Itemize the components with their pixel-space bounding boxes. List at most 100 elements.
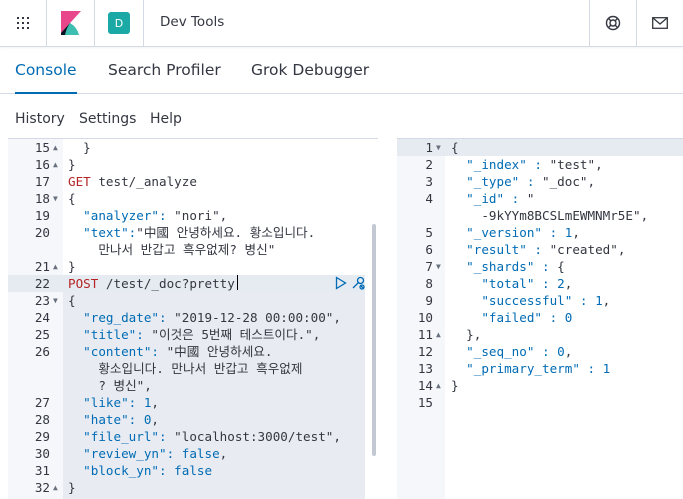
line-number: 24 xyxy=(34,310,50,325)
fold-close-icon[interactable]: ▲ xyxy=(53,258,58,275)
request-line: 황소입니다. 만나서 반갑고 흑우없제 xyxy=(8,360,365,377)
text-cursor xyxy=(237,275,238,290)
response-line: 6 "result" : "created", xyxy=(397,241,683,258)
line-number: 9 xyxy=(425,293,433,308)
code-text: -9kYYm8BCSLmEWMNMr5E", xyxy=(451,208,649,223)
request-line: ? 병신", xyxy=(8,377,365,394)
request-line: 26 "content": "中國 안녕하세요. xyxy=(8,343,365,360)
menu-help[interactable]: Help xyxy=(150,104,182,134)
code-text: "total" : 2, xyxy=(451,276,573,291)
line-number: 31 xyxy=(34,463,50,478)
line-number: 8 xyxy=(425,276,433,291)
fold-close-icon[interactable]: ▲ xyxy=(53,156,58,173)
apps-grid-icon[interactable] xyxy=(0,0,46,46)
line-number: 20 xyxy=(34,225,50,240)
line-number: 22 xyxy=(34,276,50,291)
response-line: 1 ▼ { xyxy=(397,139,683,156)
code-text: "analyzer": "nori", xyxy=(68,208,228,223)
fold-open-icon[interactable]: ▼ xyxy=(436,139,441,156)
line-number: 15 xyxy=(34,140,50,155)
request-line: 15 ▲ } xyxy=(8,139,365,156)
line-number: 5 xyxy=(425,225,433,240)
request-line: 24 "reg_date": "2019-12-28 00:00:00", xyxy=(8,309,365,326)
tab-grok-debugger[interactable]: Grok Debugger xyxy=(251,47,369,93)
request-line: 17 GET test/_analyze xyxy=(8,173,365,190)
code-text: "_seq_no" : 0, xyxy=(451,344,573,359)
menu-history[interactable]: History xyxy=(15,104,65,134)
response-editor[interactable]: 1 ▼{2 "_index" : "test", 3 "_type" : "_doc… xyxy=(397,138,683,499)
code-text: "_type" : "_doc", xyxy=(451,174,596,189)
line-number: 11 xyxy=(417,327,433,342)
code-text: "hate": 0, xyxy=(68,412,160,427)
top-header: D Dev Tools xyxy=(0,0,683,47)
request-line: 25 "title": "이것은 5번째 테스트이다.", xyxy=(8,326,365,343)
fold-close-icon[interactable]: ▲ xyxy=(436,326,441,343)
code-text: "content": "中國 안녕하세요. xyxy=(68,344,273,359)
line-number: 10 xyxy=(417,310,433,325)
code-text: "_shards" : { xyxy=(451,259,565,274)
response-line: 12 "_seq_no" : 0, xyxy=(397,343,683,360)
request-line: 27 "like": 1, xyxy=(8,394,365,411)
code-text: } xyxy=(451,378,459,393)
request-line: 20 "text":"中國 안녕하세요. 황소입니다. xyxy=(8,224,365,241)
line-number: 30 xyxy=(34,446,50,461)
tab-search-profiler[interactable]: Search Profiler xyxy=(108,47,221,93)
code-text: "like": 1, xyxy=(68,395,160,410)
response-line: 10 "failed" : 0 xyxy=(397,309,683,326)
code-text: "reg_date": "2019-12-28 00:00:00", xyxy=(68,310,341,325)
line-number: 15 xyxy=(417,395,433,410)
request-line: 22 POST /test/_doc?pretty xyxy=(8,275,365,292)
line-number: 25 xyxy=(34,327,50,342)
response-line: 8 "total" : 2, xyxy=(397,275,683,292)
request-line: 32 ▲} xyxy=(8,479,365,496)
devtools-tabs: Console Search Profiler Grok Debugger xyxy=(0,47,683,94)
code-text: 황소입니다. 만나서 반갑고 흑우없제 xyxy=(68,361,303,376)
response-line: 3 "_type" : "_doc", xyxy=(397,173,683,190)
response-line: 11 ▲ }, xyxy=(397,326,683,343)
line-number: 16 xyxy=(34,157,50,172)
code-text: "title": "이것은 5번째 테스트이다.", xyxy=(68,327,321,342)
request-line: 23 ▼ { xyxy=(8,292,365,309)
wrench-icon[interactable] xyxy=(350,275,366,294)
code-text: ? 병신", xyxy=(68,378,152,393)
line-number: 26 xyxy=(34,344,50,359)
code-text: "block_yn": false xyxy=(68,463,213,478)
line-number: 4 xyxy=(425,191,433,206)
code-text: "_index" : "test", xyxy=(451,157,603,172)
fold-close-icon[interactable]: ▲ xyxy=(53,139,58,156)
request-line: 19 "analyzer": "nori", xyxy=(8,207,365,224)
line-number: 21 xyxy=(34,259,50,274)
tab-console[interactable]: Console xyxy=(15,47,77,94)
line-number: 19 xyxy=(34,208,50,223)
code-text: "result" : "created", xyxy=(451,242,626,257)
fold-open-icon[interactable]: ▼ xyxy=(53,190,58,207)
request-line: 28 "hate": 0, xyxy=(8,411,365,428)
line-number: 3 xyxy=(425,174,433,189)
kibana-logo-icon[interactable] xyxy=(47,0,94,46)
response-line: 2 "_index" : "test", xyxy=(397,156,683,173)
fold-close-icon[interactable]: ▲ xyxy=(436,377,441,394)
pane-resizer[interactable] xyxy=(381,138,395,498)
code-text: "successful" : 1, xyxy=(451,293,611,308)
response-line: 14 ▲} xyxy=(397,377,683,394)
menu-settings[interactable]: Settings xyxy=(79,104,136,134)
help-lifebuoy-icon[interactable] xyxy=(590,0,636,46)
request-line: 18 ▼ { xyxy=(8,190,365,207)
request-line: 16 ▲} xyxy=(8,156,365,173)
fold-open-icon[interactable]: ▼ xyxy=(53,292,58,309)
code-text: } xyxy=(68,480,76,495)
space-avatar[interactable]: D xyxy=(95,0,143,46)
breadcrumb-current: Dev Tools xyxy=(160,14,225,30)
request-editor[interactable]: 15 ▲ } 16 ▲} 17 GET test/_analyze 18 ▼{19 "anal… xyxy=(8,138,378,499)
fold-close-icon[interactable]: ▲ xyxy=(53,479,58,496)
code-text: "_id" : " xyxy=(451,191,535,206)
response-line: -9kYYm8BCSLmEWMNMr5E", xyxy=(397,207,683,224)
play-icon[interactable] xyxy=(335,276,347,293)
line-number: 18 xyxy=(34,191,50,206)
mail-icon[interactable] xyxy=(637,0,683,46)
fold-open-icon[interactable]: ▼ xyxy=(436,258,441,275)
request-scrollbar[interactable] xyxy=(372,224,376,456)
code-text: { xyxy=(68,191,76,206)
code-text: }, xyxy=(451,327,482,342)
line-number: 13 xyxy=(417,361,433,376)
